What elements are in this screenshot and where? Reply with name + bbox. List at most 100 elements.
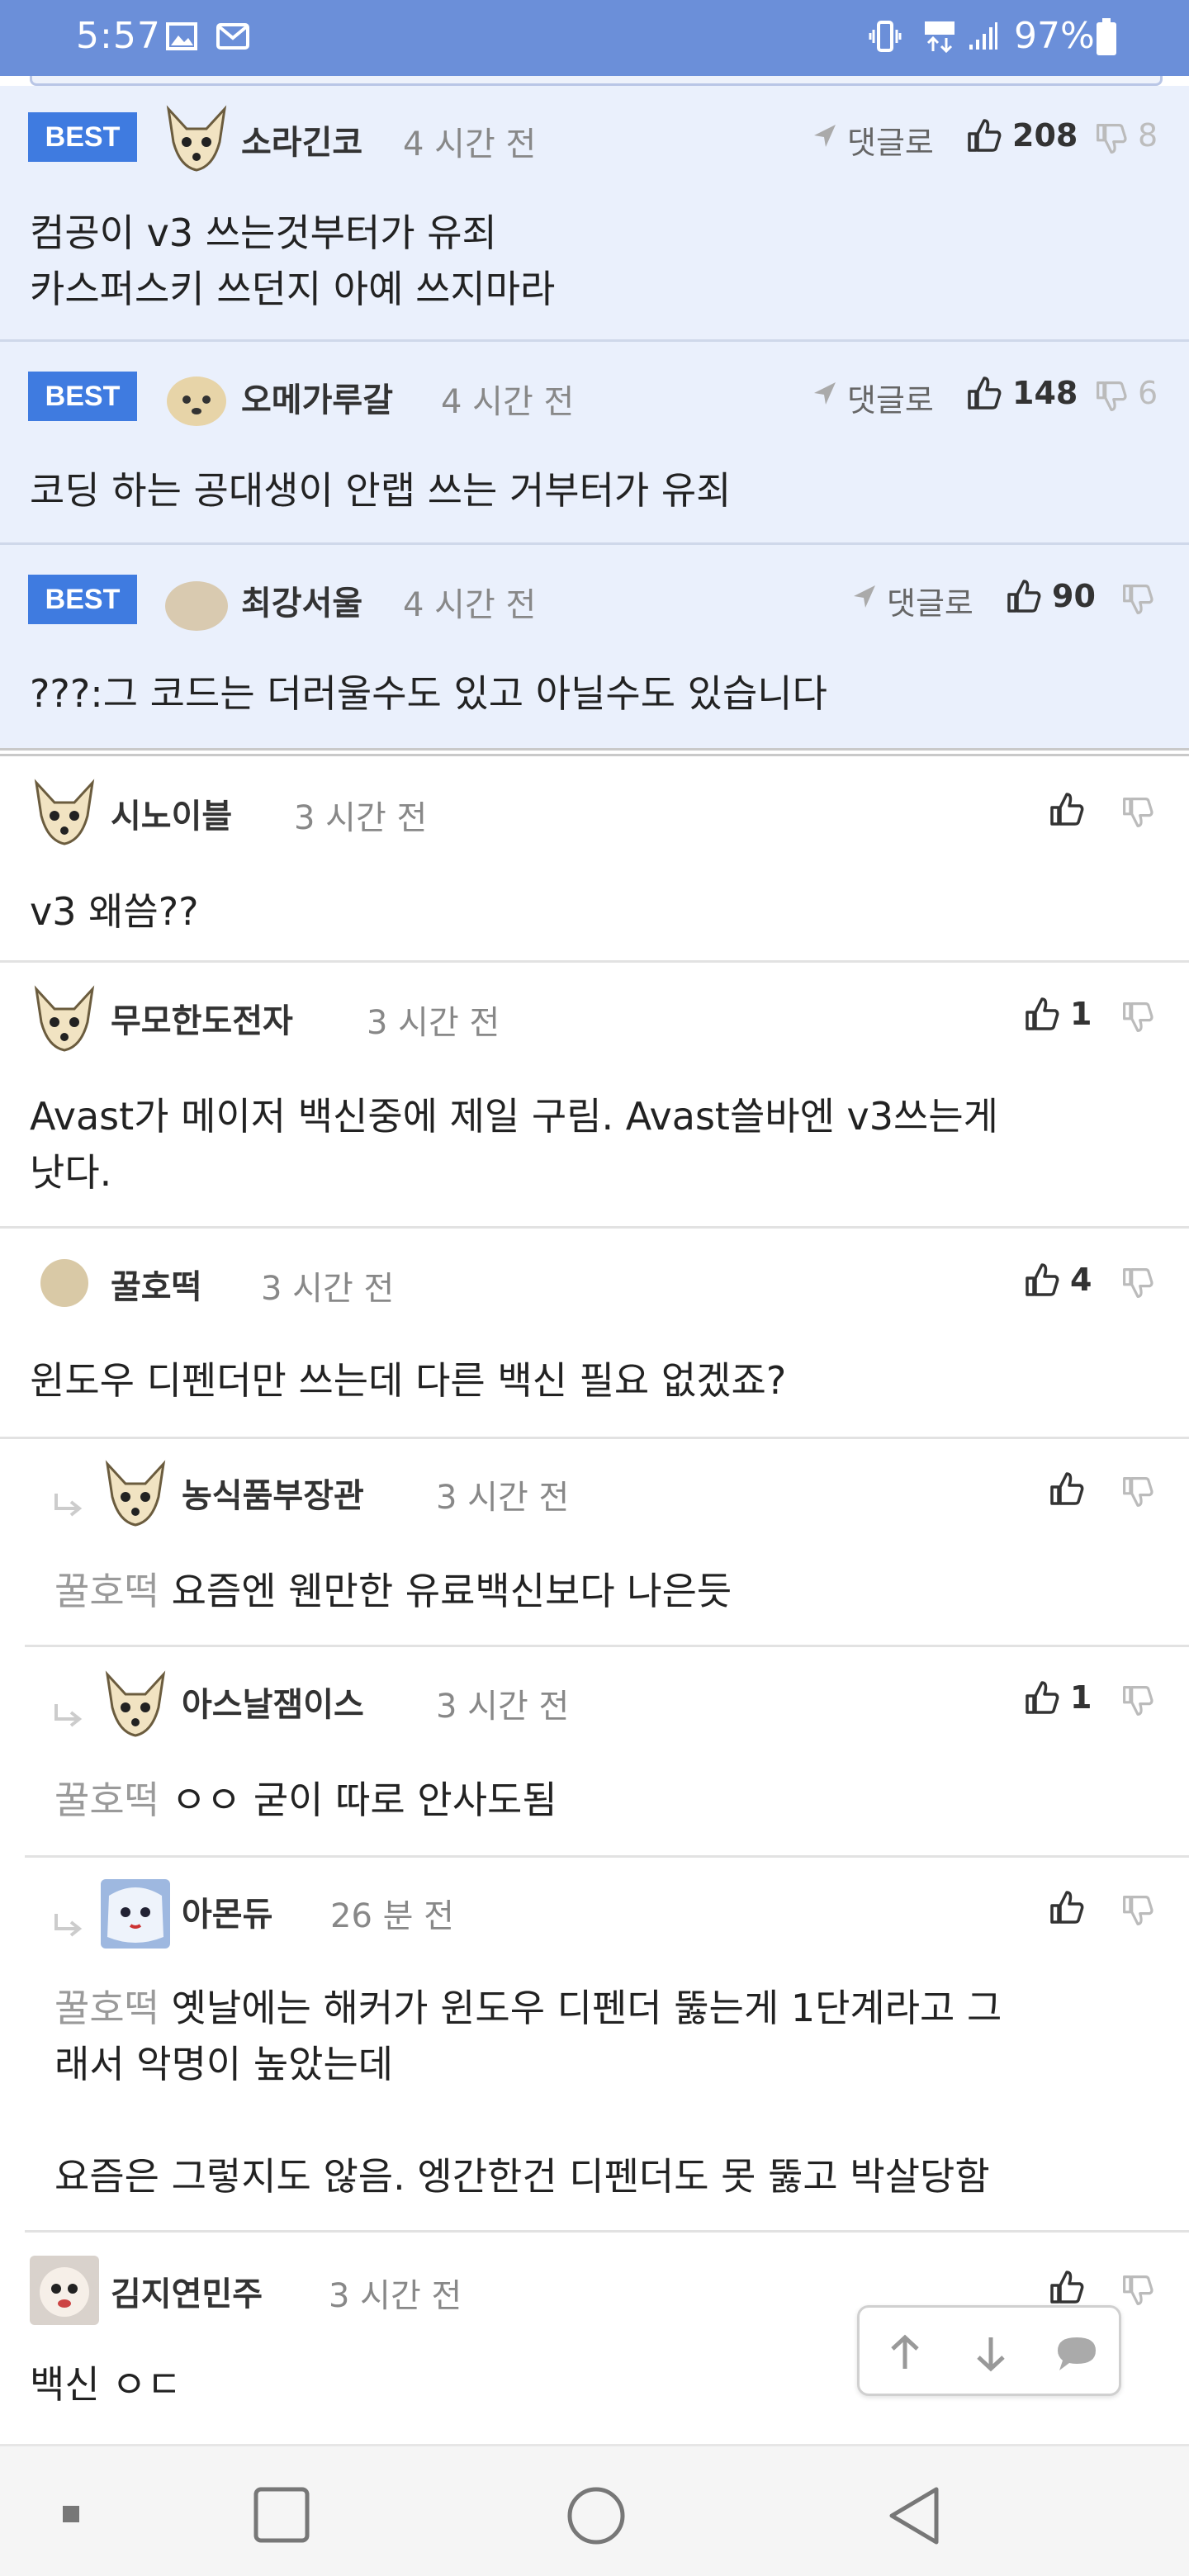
comment-icon[interactable]	[1048, 2324, 1106, 2382]
nickname[interactable]: 소라긴코	[241, 116, 362, 163]
reply-text: 꿀호떡 ㅇㅇ 굳이 따로 안사도됨	[54, 1772, 557, 1828]
comment: 시노이블 3 시간 전 v3 왜씀??	[0, 756, 1189, 963]
thumbs-up-icon[interactable]	[1024, 1679, 1060, 1716]
mention[interactable]: 꿀호떡	[54, 1778, 159, 1822]
like-count: 90	[1052, 578, 1096, 614]
dislike-count: 6	[1138, 375, 1158, 411]
reply-indent-icon	[54, 1494, 83, 1517]
thumbs-down-icon[interactable]	[1121, 1475, 1154, 1508]
avatar[interactable]	[101, 1669, 170, 1739]
nickname[interactable]: 오메가루갈	[241, 373, 393, 421]
comment-text: Avast가 메이저 백신중에 제일 구림. Avast쓸바엔 v3쓰는게 낫다…	[30, 1094, 998, 1195]
reply-indent-icon	[54, 1704, 83, 1727]
reply-body: ㅇㅇ 굳이 따로 안사도됨	[159, 1778, 557, 1822]
status-time: 5:57	[76, 15, 161, 57]
thumbs-down-icon[interactable]	[1121, 2274, 1154, 2307]
recent-dot-icon[interactable]	[61, 2504, 81, 2524]
avatar[interactable]	[101, 1879, 170, 1949]
nickname[interactable]: 아스날잼이스	[182, 1678, 364, 1726]
back-button[interactable]	[887, 2486, 941, 2545]
reply-comment: 아몬듀 26 분 전 꿀호떡 옛날에는 해커가 윈도우 디펜더 뚫는게 1단계라…	[25, 1859, 1189, 2233]
best-comment: BEST 소라긴코 4 시간 전 댓글로 208 8 컴공이 v3 쓰는것부터가…	[0, 86, 1189, 342]
home-button[interactable]	[566, 2486, 626, 2545]
avatar[interactable]	[40, 1258, 89, 1308]
reply-comment: 아스날잼이스 3 시간 전 1 꿀호떡 ㅇㅇ 굳이 따로 안사도됨	[25, 1650, 1189, 1858]
thumbs-down-icon[interactable]	[1095, 122, 1128, 155]
thumbs-down-icon[interactable]	[1121, 583, 1154, 616]
best-comment: BEST 최강서울 4 시간 전 댓글로 90 ???:그 코드는 더러울수도 …	[0, 545, 1189, 748]
avatar[interactable]	[101, 1459, 170, 1528]
battery-icon	[1097, 18, 1116, 55]
like-count: 1	[1070, 1679, 1092, 1716]
nickname[interactable]: 김지연민주	[111, 2267, 263, 2315]
thumbs-down-icon[interactable]	[1121, 1267, 1154, 1300]
comment-text: v3 왜씀??	[30, 889, 199, 934]
time-ago: 4 시간 전	[441, 383, 575, 421]
scroll-up-icon[interactable]	[876, 2324, 934, 2382]
mention[interactable]: 꿀호떡	[54, 1986, 159, 2030]
avatar[interactable]	[162, 363, 231, 433]
reply-arrow-icon[interactable]	[811, 380, 839, 408]
avatar[interactable]	[30, 984, 99, 1054]
nickname[interactable]: 최강서울	[241, 576, 362, 624]
reply-comment: 농식품부장관 3 시간 전 꿀호떡 요즘엔 웬만한 유료백신보다 나은듯	[25, 1439, 1189, 1647]
time-ago: 3 시간 전	[294, 799, 428, 837]
reply-button[interactable]: 댓글로	[847, 117, 934, 163]
like-count: 148	[1012, 375, 1078, 411]
reply-text: 꿀호떡 옛날에는 해커가 윈도우 디펜더 뚫는게 1단계라고 그 래서 악명이 …	[54, 1980, 1002, 2204]
comment-text: 백신 ㅇㄷ	[30, 2362, 182, 2407]
overview-button[interactable]	[253, 2486, 310, 2544]
thumbs-down-icon[interactable]	[1121, 1894, 1154, 1927]
thumbs-up-icon[interactable]	[1024, 996, 1060, 1032]
thumbs-down-icon[interactable]	[1121, 1001, 1154, 1034]
thumbs-up-icon[interactable]	[1049, 2269, 1085, 2305]
avatar[interactable]	[30, 2256, 99, 2325]
reply-button[interactable]: 댓글로	[847, 375, 934, 420]
thumbs-up-icon[interactable]	[1049, 1470, 1085, 1507]
time-ago: 3 시간 전	[436, 1688, 570, 1726]
image-icon	[166, 22, 197, 50]
reply-button[interactable]: 댓글로	[887, 578, 973, 623]
thumbs-up-icon[interactable]	[966, 375, 1002, 411]
thumbs-up-icon[interactable]	[1024, 1262, 1060, 1298]
reply-arrow-icon[interactable]	[850, 583, 879, 611]
nickname[interactable]: 무모한도전자	[111, 994, 293, 1042]
time-ago: 3 시간 전	[436, 1479, 570, 1517]
best-comment: BEST 오메가루갈 4 시간 전 댓글로 148 6 코딩 하는 공대생이 안…	[0, 342, 1189, 545]
nickname[interactable]: 꿀호떡	[111, 1260, 201, 1308]
thumbs-up-icon[interactable]	[1006, 578, 1042, 614]
avatar[interactable]	[162, 566, 231, 636]
lte-icon	[925, 21, 955, 53]
scroll-down-icon[interactable]	[962, 2324, 1020, 2382]
nickname[interactable]: 시노이블	[111, 789, 232, 837]
thumbs-down-icon[interactable]	[1095, 380, 1128, 413]
best-badge: BEST	[28, 575, 137, 624]
time-ago: 3 시간 전	[329, 2277, 462, 2315]
thumbs-down-icon[interactable]	[1121, 1684, 1154, 1717]
vibrate-icon	[869, 21, 902, 52]
time-ago: 3 시간 전	[367, 1004, 500, 1042]
mail-icon	[216, 23, 249, 50]
comment: 무모한도전자 3 시간 전 1 Avast가 메이저 백신중에 제일 구림. A…	[0, 963, 1189, 1229]
thumbs-up-icon[interactable]	[966, 117, 1002, 154]
battery-percent: 97%	[1014, 15, 1095, 57]
system-nav-bar	[0, 2444, 1189, 2576]
comment-text: 컴공이 v3 쓰는것부터가 유죄 카스퍼스키 쓰던지 아예 쓰지마라	[30, 211, 556, 311]
header-edge	[30, 76, 1163, 86]
reply-text: 꿀호떡 요즘엔 웬만한 유료백신보다 나은듯	[54, 1563, 732, 1619]
thumbs-up-icon[interactable]	[1049, 791, 1085, 827]
comment: 꿀호떡 3 시간 전 4 윈도우 디펜더만 쓰는데 다른 백신 필요 없겠죠?	[0, 1229, 1189, 1437]
avatar[interactable]	[162, 104, 231, 173]
thumbs-up-icon[interactable]	[1049, 1889, 1085, 1925]
nickname[interactable]: 아몬듀	[182, 1887, 272, 1935]
time-ago: 4 시간 전	[403, 125, 537, 163]
thumbs-down-icon[interactable]	[1121, 796, 1154, 829]
nickname[interactable]: 농식품부장관	[182, 1469, 364, 1517]
reply-arrow-icon[interactable]	[811, 122, 839, 150]
like-count: 4	[1070, 1262, 1092, 1298]
mention[interactable]: 꿀호떡	[54, 1569, 159, 1613]
comment-text: ???:그 코드는 더러울수도 있고 아닐수도 있습니다	[30, 671, 827, 716]
avatar[interactable]	[30, 778, 99, 847]
time-ago: 3 시간 전	[261, 1270, 395, 1308]
reply-indent-icon	[54, 1914, 83, 1937]
